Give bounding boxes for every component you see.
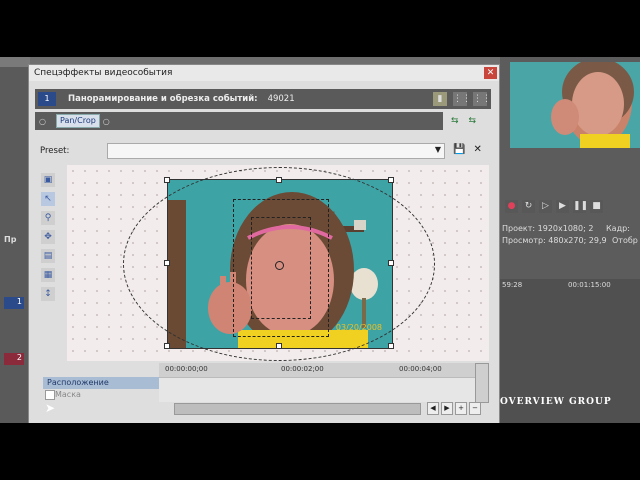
background-left-panel: Пр 1 2 bbox=[0, 57, 30, 423]
corner-handle-tl[interactable] bbox=[164, 177, 170, 183]
preview-info: Проект: 1920x1080; 2 Просмотр: 480x270; … bbox=[502, 223, 640, 247]
dialog-title: Спецэффекты видеособытия bbox=[34, 68, 173, 78]
vertical-move-icon[interactable]: ↕ bbox=[41, 287, 55, 301]
corner-handle-bl[interactable] bbox=[164, 343, 170, 349]
effect-title: Панорамирование и обрезка событий: bbox=[68, 94, 258, 104]
snap-icon[interactable]: ▤ bbox=[41, 249, 55, 263]
pointer-icon[interactable]: ↖ bbox=[41, 192, 55, 206]
chain-start-icon: ○ bbox=[39, 116, 46, 126]
keyframe-nav-buttons: ◀ ▶ + − bbox=[427, 402, 481, 415]
bg-left-label: Пр bbox=[4, 235, 17, 244]
grid-alt-icon[interactable]: ⋮⋮ bbox=[473, 92, 491, 106]
keyframe-track[interactable] bbox=[159, 377, 489, 402]
effect-header-buttons: ▮ ⋮⋮ ⋮⋮ bbox=[433, 92, 491, 106]
delete-preset-icon[interactable]: ✕ bbox=[473, 144, 481, 155]
chevron-down-icon: ▼ bbox=[434, 145, 441, 154]
keyframe-ruler[interactable]: 00:00:00;00 00:00:02;00 00:00:04;00 bbox=[159, 363, 489, 377]
chain-item-pan-crop[interactable]: Pan/Crop bbox=[55, 114, 100, 128]
edge-handle-bottom[interactable] bbox=[276, 343, 282, 349]
effect-number: 49021 bbox=[267, 94, 295, 104]
ruler-tick-0: 00:00:00;00 bbox=[165, 365, 208, 373]
mask-checkbox[interactable] bbox=[45, 390, 55, 400]
close-button[interactable]: ✕ bbox=[484, 67, 497, 79]
preset-label: Preset: bbox=[40, 146, 70, 156]
corner-handle-tr[interactable] bbox=[388, 177, 394, 183]
zoom-icon[interactable]: ⚲ bbox=[41, 211, 55, 225]
property-mask: Маска bbox=[55, 390, 81, 399]
add-keyframe-icon[interactable]: + bbox=[455, 402, 467, 415]
ruler-tick-2: 00:00:04;00 bbox=[399, 365, 442, 373]
horizontal-scrollbar[interactable] bbox=[174, 403, 421, 415]
tl-time-1: 59:28 bbox=[502, 281, 523, 289]
bypass-icon[interactable]: ▮ bbox=[433, 92, 447, 106]
tool-column: ▣ ↖ ⚲ ✥ ▤ ▦ ↕ bbox=[41, 173, 57, 301]
property-position[interactable]: Расположение bbox=[43, 377, 159, 389]
info-frame: Кадр: bbox=[606, 224, 630, 233]
plugin-chain-bar: ○ Pan/Crop ○ bbox=[35, 112, 443, 130]
play-button[interactable]: ▶ bbox=[556, 200, 569, 213]
edge-handle-right[interactable] bbox=[388, 260, 394, 266]
center-handle[interactable] bbox=[275, 261, 284, 270]
ruler-tick-1: 00:00:02;00 bbox=[281, 365, 324, 373]
pause-button[interactable]: ❚❚ bbox=[573, 200, 588, 213]
preset-buttons: 💾 ✕ bbox=[453, 144, 482, 155]
next-keyframe-icon[interactable]: ▶ bbox=[441, 402, 453, 415]
loop-button[interactable]: ↻ bbox=[522, 200, 535, 213]
vertical-scrollbar[interactable] bbox=[475, 363, 489, 403]
mouse-cursor-icon: ➤ bbox=[45, 401, 56, 415]
corner-handle-br[interactable] bbox=[388, 343, 394, 349]
plugin-chain-icon[interactable]: ⇆ bbox=[451, 116, 459, 126]
transport-controls: ● ↻ ▷ ▶ ❚❚ ■ bbox=[505, 200, 603, 213]
screen: Пр 1 2 ● ↻ ▷ ▶ ❚❚ ■ Проект: 1920x1080; 2… bbox=[0, 57, 640, 423]
dialog-titlebar[interactable]: Спецэффекты видеособытия bbox=[29, 65, 499, 81]
stop-button[interactable]: ■ bbox=[590, 200, 603, 213]
remove-plugin-icon[interactable]: ⇆ bbox=[469, 116, 477, 126]
chain-buttons: ⇆ ⇆ bbox=[451, 116, 476, 126]
lock-aspect-icon[interactable]: ▦ bbox=[41, 268, 55, 282]
pan-crop-canvas[interactable]: 03/20/2008 bbox=[67, 165, 489, 361]
properties-icon[interactable]: ▣ bbox=[41, 173, 55, 187]
tl-time-2: 00:01:15:00 bbox=[568, 281, 611, 289]
grid-icon[interactable]: ⋮⋮ bbox=[453, 92, 471, 106]
bg-bar bbox=[0, 57, 30, 67]
edge-handle-top[interactable] bbox=[276, 177, 282, 183]
prev-keyframe-icon[interactable]: ◀ bbox=[427, 402, 439, 415]
effect-header: 1 Панорамирование и обрезка событий: 490… bbox=[35, 89, 491, 109]
chain-end-icon: ○ bbox=[102, 116, 110, 126]
edge-handle-left[interactable] bbox=[164, 260, 170, 266]
track-1-header[interactable]: 1 bbox=[4, 297, 24, 309]
effect-icon: 1 bbox=[38, 92, 56, 106]
video-event-fx-dialog: Спецэффекты видеособытия ✕ 1 Панорамиров… bbox=[28, 64, 500, 423]
info-display: Отобр bbox=[612, 236, 638, 245]
preview-image bbox=[510, 62, 640, 148]
play-from-start-button[interactable]: ▷ bbox=[539, 200, 552, 213]
remove-keyframe-icon[interactable]: − bbox=[469, 402, 481, 415]
record-button[interactable]: ● bbox=[505, 200, 518, 213]
track-2-header[interactable]: 2 bbox=[4, 353, 24, 365]
move-icon[interactable]: ✥ bbox=[41, 230, 55, 244]
preset-dropdown[interactable]: ▼ bbox=[107, 143, 445, 159]
watermark-text: OVERVIEW GROUP bbox=[500, 397, 612, 407]
preview-window bbox=[510, 62, 640, 148]
save-preset-icon[interactable]: 💾 bbox=[453, 144, 465, 155]
